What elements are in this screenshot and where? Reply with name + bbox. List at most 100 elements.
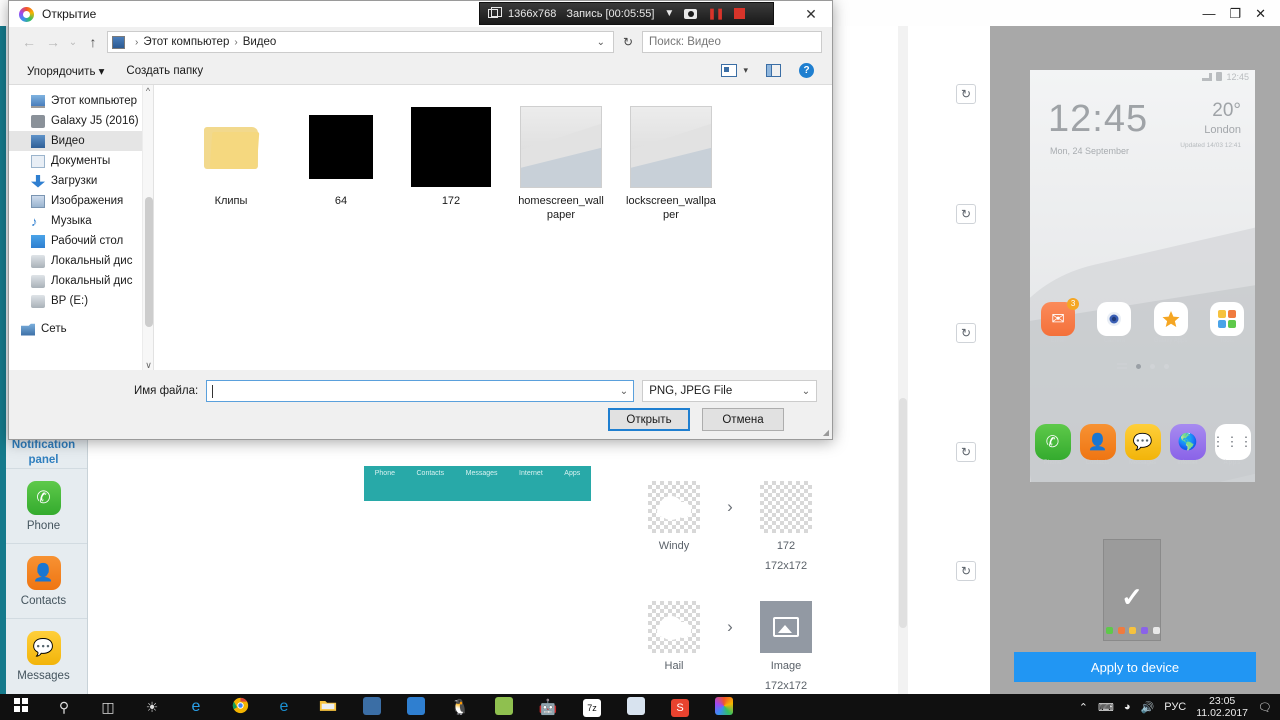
star-icon[interactable]: Galaxy Apps (1153, 302, 1188, 344)
s-app-icon[interactable]: S (658, 698, 702, 717)
smart-switch-icon[interactable] (702, 696, 746, 718)
start-button[interactable] (0, 697, 42, 717)
file-item[interactable]: 64 (286, 99, 396, 222)
scrollbar-thumb[interactable] (899, 398, 907, 628)
reset-icon-button[interactable]: ↻ (956, 84, 976, 104)
notepad-icon[interactable] (482, 696, 526, 718)
restore-button[interactable]: ❐ (1229, 7, 1241, 20)
reset-icon-button[interactable]: ↻ (956, 204, 976, 224)
sidebar-item-messages[interactable]: 💬 Messages (0, 618, 87, 693)
sidebar-item-phone[interactable]: ✆ Phone (0, 468, 87, 543)
apps-grid-icon[interactable]: ⋮⋮⋮ Apps (1212, 424, 1253, 466)
pause-button[interactable]: ❚❚ (707, 7, 724, 20)
stop-button[interactable] (733, 8, 745, 19)
tree-item-drive-e[interactable]: ВР (E:) (9, 291, 153, 311)
chrome-icon[interactable] (218, 697, 262, 717)
dialog-close-button[interactable]: ✕ (798, 4, 824, 24)
close-button[interactable]: ✕ (1255, 7, 1266, 20)
tree-item-network[interactable]: Сеть (9, 319, 153, 339)
reset-icon-button[interactable]: ↻ (956, 561, 976, 581)
tree-item-video[interactable]: Видео (9, 131, 153, 151)
tree-item-galaxy-j5[interactable]: Galaxy J5 (2016) (9, 111, 153, 131)
task-view-icon[interactable]: ◫ (86, 699, 130, 716)
clock[interactable]: 23:05 11.02.2017 (1196, 695, 1248, 719)
tree-item-desktop[interactable]: Рабочий стол (9, 231, 153, 251)
new-folder-button[interactable]: Создать папку (126, 65, 203, 77)
search-input[interactable]: Поиск: Видео (642, 31, 822, 53)
chevron-up-icon[interactable]: ⌃ (1079, 701, 1088, 714)
tree-scrollbar[interactable]: ^ ∨ (142, 85, 153, 372)
tree-item-downloads[interactable]: Загрузки (9, 171, 153, 191)
7zip-icon[interactable]: 7z (570, 698, 614, 717)
linux-icon[interactable]: 🐧 (438, 698, 482, 716)
filename-input[interactable]: ⌄ (206, 380, 635, 402)
file-item[interactable]: homescreen_wallpaper (506, 99, 616, 222)
preview-pane-icon[interactable] (766, 64, 781, 77)
camera-icon[interactable] (684, 8, 698, 19)
file-item[interactable]: lockscreen_wallpaper (616, 99, 726, 222)
brightness-icon[interactable]: ☀ (130, 699, 174, 716)
apply-thumbnail[interactable]: ✓ (1103, 539, 1161, 641)
chevron-down-icon[interactable]: ▼ (664, 8, 674, 19)
tree-item-local-disk-1[interactable]: Локальный дис (9, 251, 153, 271)
camera-icon[interactable]: Camera (1097, 302, 1132, 344)
powerpoint-icon[interactable] (350, 696, 394, 718)
internet-icon[interactable]: 🌎 Internet (1169, 424, 1206, 466)
filetype-select[interactable]: PNG, JPEG File ⌄ (642, 380, 818, 402)
recent-locations-button[interactable]: ⌄ (67, 37, 79, 48)
mapping-source[interactable]: Hail (638, 601, 710, 673)
cancel-button[interactable]: Отмена (702, 408, 784, 431)
keyboard-icon[interactable]: ⌨ (1098, 701, 1114, 714)
email-icon[interactable]: ✉ 3 Email (1041, 298, 1080, 344)
mapping-target[interactable]: Image 172x172 (750, 601, 822, 693)
tree-item-local-disk-2[interactable]: Локальный дис (9, 271, 153, 291)
tree-item-pictures[interactable]: Изображения (9, 191, 153, 211)
reset-icon-button[interactable]: ↻ (956, 442, 976, 462)
breadcrumb[interactable]: › Этот компьютер › Видео ⌄ (107, 31, 614, 53)
folder-icon[interactable]: Tools (1209, 302, 1244, 344)
contacts-icon[interactable]: 👤 Contacts (1079, 424, 1116, 466)
help-icon[interactable]: ? (799, 63, 814, 78)
edge-icon[interactable]: e (174, 698, 218, 716)
tree-item-this-pc[interactable]: Этот компьютер (9, 91, 153, 111)
sidebar-item-contacts[interactable]: 👤 Contacts (0, 543, 87, 618)
chevron-down-icon[interactable]: ⌄ (620, 386, 628, 397)
breadcrumb-item[interactable]: Видео (243, 36, 277, 48)
organize-button[interactable]: Упорядочить ▾ (27, 64, 104, 78)
workspace-scrollbar[interactable] (898, 26, 908, 694)
view-options-button[interactable]: ▾ (721, 64, 748, 77)
phone-icon[interactable]: ✆ Phone (1034, 424, 1071, 466)
transfer-icon[interactable] (614, 696, 658, 718)
mapping-source[interactable]: Windy (638, 481, 710, 553)
apply-to-device-button[interactable]: Apply to device (1014, 652, 1256, 682)
capture-region-icon[interactable] (488, 7, 502, 18)
computer-icon (112, 35, 125, 49)
breadcrumb-item[interactable]: Этот компьютер (143, 36, 229, 48)
ie-icon[interactable]: e (262, 698, 306, 716)
open-button[interactable]: Открыть (608, 408, 690, 431)
messages-icon[interactable]: 💬 Messages (1124, 424, 1161, 466)
reset-icon-button[interactable]: ↻ (956, 323, 976, 343)
volume-icon[interactable]: 🔊 (1141, 701, 1155, 714)
up-button[interactable]: ↑ (83, 34, 103, 50)
refresh-button[interactable]: ↻ (618, 35, 638, 49)
search-icon[interactable]: ⚲ (42, 699, 86, 716)
scrollbar-thumb[interactable] (145, 197, 153, 327)
file-item[interactable]: 172 (396, 99, 506, 222)
language-indicator[interactable]: РУС (1164, 701, 1186, 713)
chevron-down-icon[interactable]: ⌄ (597, 37, 609, 48)
file-item[interactable]: Клипы (176, 99, 286, 222)
resize-grip[interactable]: ◢ (823, 428, 829, 437)
notifications-icon[interactable]: 🗨 (1258, 701, 1272, 714)
explorer-icon[interactable] (306, 698, 350, 716)
minimize-button[interactable]: — (1202, 7, 1215, 20)
back-button[interactable]: ← (19, 34, 39, 50)
forward-button[interactable]: → (43, 34, 63, 50)
download-manager-icon[interactable] (394, 696, 438, 718)
android-icon[interactable]: 🤖 (526, 698, 570, 716)
tree-item-documents[interactable]: Документы (9, 151, 153, 171)
scroll-up-icon[interactable]: ^ (143, 85, 153, 98)
tree-item-music[interactable]: ♪ Музыка (9, 211, 153, 231)
mapping-target[interactable]: 172 172x172 (750, 481, 822, 573)
wifi-icon[interactable]: ◕ (1124, 701, 1131, 713)
